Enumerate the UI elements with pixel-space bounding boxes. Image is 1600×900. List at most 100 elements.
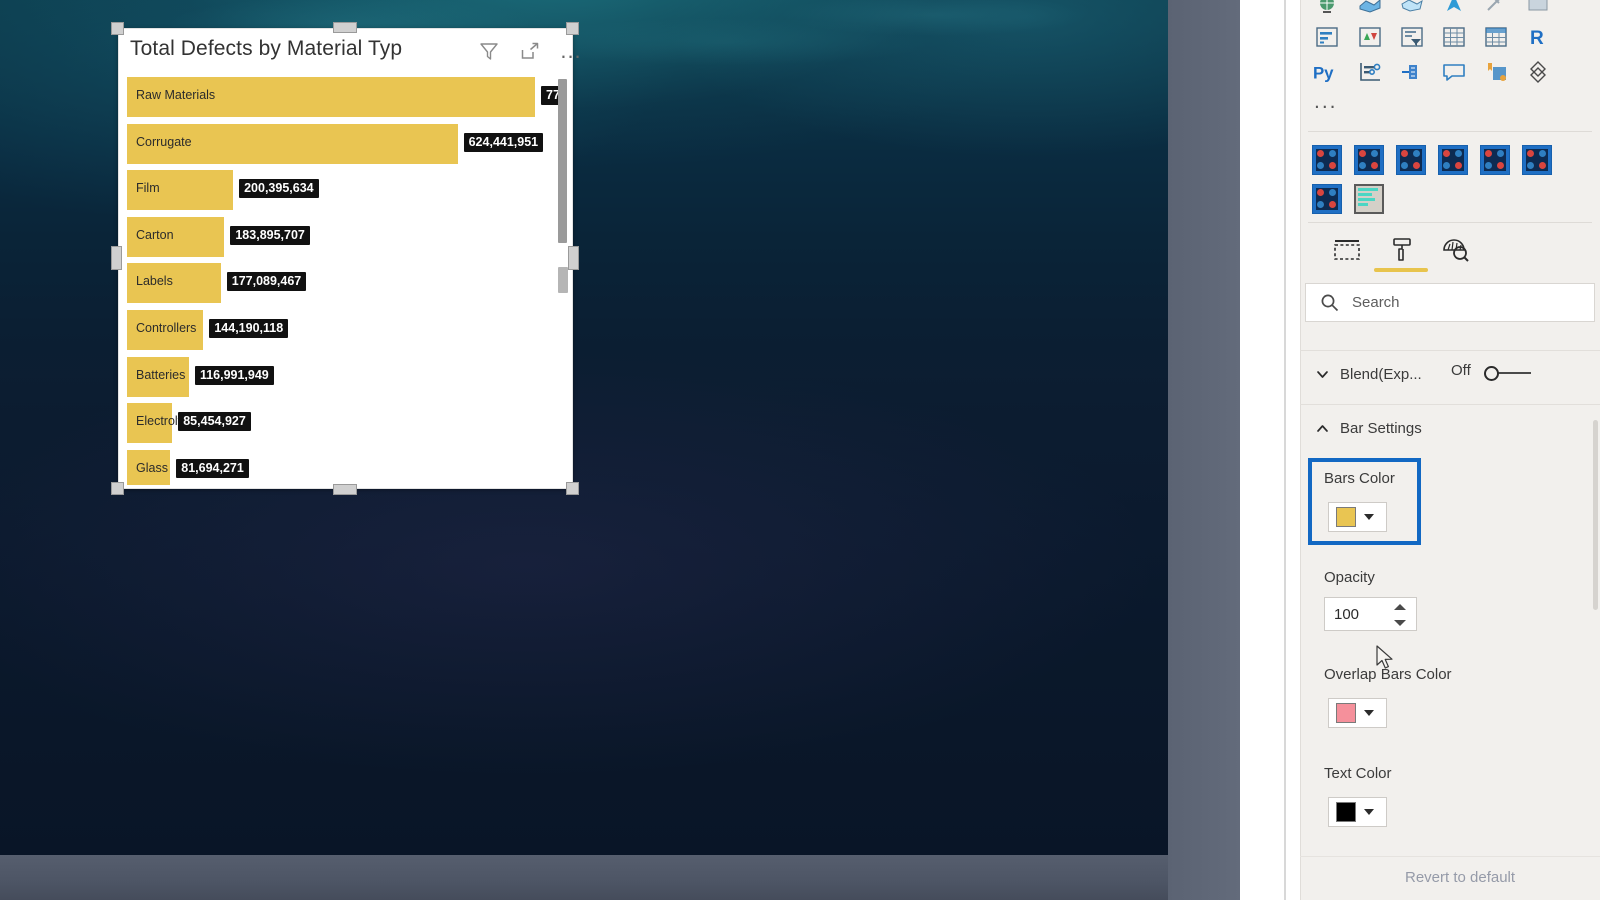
resize-handle-bottom-left[interactable]	[111, 482, 124, 495]
resize-handle-top-right[interactable]	[566, 22, 579, 35]
svg-text:Py: Py	[1313, 64, 1334, 83]
chart-scrollbar-thumb[interactable]	[558, 79, 567, 243]
python-visual-icon[interactable]: Py	[1312, 57, 1342, 87]
tab-format[interactable]	[1374, 228, 1428, 272]
text-color-label: Text Color	[1324, 765, 1392, 782]
resize-handle-top-left[interactable]	[111, 22, 124, 35]
custom-visual-icon[interactable]	[1522, 145, 1552, 175]
search-input[interactable]: Search	[1305, 283, 1595, 322]
bar-category-label: Glass	[136, 460, 168, 475]
q-and-a-icon[interactable]	[1439, 57, 1469, 87]
bar-category-label: Film	[136, 181, 160, 196]
resize-handle-bottom-right[interactable]	[566, 482, 579, 495]
toggle-track	[1495, 372, 1531, 374]
section-label-bar-settings: Bar Settings	[1340, 419, 1422, 437]
desktop-right-edge	[1168, 0, 1240, 900]
taskbar	[0, 855, 1168, 900]
tab-fields[interactable]	[1320, 228, 1374, 272]
bar-row[interactable]: Carton 183,895,707	[127, 216, 562, 257]
section-header-bar-settings[interactable]: Bar Settings	[1300, 406, 1600, 450]
panel-scrollbar-thumb[interactable]	[1593, 420, 1598, 610]
chart-visual-card[interactable]: Total Defects by Material Typ ... Raw Ma…	[118, 28, 581, 489]
bar-row[interactable]: Electrolytes 85,454,927	[127, 403, 562, 444]
key-influencers-chart-icon[interactable]	[1312, 22, 1342, 52]
opacity-label: Opacity	[1324, 569, 1375, 586]
section-header-blend[interactable]: Blend(Exp...	[1300, 352, 1600, 396]
r-script-visual-icon[interactable]: R	[1523, 22, 1553, 52]
custom-visual-icon[interactable]	[1312, 145, 1342, 175]
bars-color-picker[interactable]	[1328, 502, 1387, 532]
bar-value-label: 85,454,927	[178, 412, 251, 432]
section-divider	[1300, 350, 1600, 351]
bar-category-label: Carton	[136, 227, 174, 242]
opacity-input[interactable]: 100	[1324, 597, 1417, 631]
blend-toggle-state-label: Off	[1451, 362, 1471, 379]
opacity-stepper[interactable]	[1393, 604, 1407, 626]
filled-map-icon[interactable]	[1355, 0, 1385, 20]
paginated-report-icon[interactable]	[1481, 57, 1511, 87]
resize-handle-bottom[interactable]	[333, 484, 357, 495]
arcgis-map-icon[interactable]	[1439, 0, 1469, 20]
revert-to-default-link[interactable]: Revert to default	[1405, 869, 1515, 886]
overlap-bars-color-swatch	[1336, 703, 1356, 723]
bar-row[interactable]: Controllers 144,190,118	[127, 310, 562, 350]
bar-row[interactable]: Glass 81,694,271	[127, 449, 562, 485]
custom-visual-icon[interactable]	[1396, 145, 1426, 175]
shape-map-icon[interactable]	[1397, 0, 1427, 20]
chart-scrollbar-thumb-secondary[interactable]	[558, 267, 568, 293]
blend-toggle[interactable]	[1484, 364, 1532, 382]
gallery-more-icon[interactable]: ...	[1314, 91, 1338, 112]
bar-value-label: 183,895,707	[230, 225, 310, 245]
custom-visual-icon[interactable]	[1480, 145, 1510, 175]
table-icon[interactable]	[1439, 22, 1469, 52]
resize-handle-top[interactable]	[333, 22, 357, 33]
chevron-up-icon	[1314, 420, 1330, 436]
bar-row[interactable]: Labels 177,089,467	[127, 263, 562, 304]
panel-border	[1300, 0, 1301, 900]
bar-row[interactable]: Corrugate 624,441,951	[127, 123, 562, 164]
key-influencers-icon[interactable]	[1481, 0, 1511, 20]
selected-custom-visual-icon[interactable]	[1354, 184, 1384, 214]
decomposition-tree-icon[interactable]	[1523, 0, 1553, 20]
chart-visual-container[interactable]: Total Defects by Material Typ ... Raw Ma…	[111, 22, 581, 495]
visualizations-gallery: R Py ...	[1300, 0, 1600, 128]
bar-category-label: Corrugate	[136, 134, 192, 149]
bar-chart-plot: Raw Materials770,580,317 Corrugate 624,441…	[122, 73, 562, 485]
chevron-down-icon	[1364, 809, 1374, 815]
tab-analytics[interactable]	[1428, 228, 1482, 272]
active-tab-indicator	[1374, 268, 1428, 272]
get-more-visuals-icon[interactable]	[1523, 57, 1553, 87]
custom-visual-icon[interactable]	[1354, 145, 1384, 175]
slicer-icon[interactable]	[1397, 22, 1427, 52]
gap-seam	[1284, 0, 1286, 900]
text-color-picker[interactable]	[1328, 797, 1387, 827]
mouse-cursor	[1376, 645, 1396, 673]
decomposition-icon[interactable]	[1397, 57, 1427, 87]
resize-handle-right[interactable]	[568, 246, 579, 270]
panel-tabs	[1300, 228, 1600, 276]
filter-icon[interactable]	[476, 38, 502, 64]
custom-visual-icon[interactable]	[1438, 145, 1468, 175]
matrix-icon[interactable]	[1481, 22, 1511, 52]
bar-row[interactable]: Batteries 116,991,949	[127, 356, 562, 397]
panel-bottom-divider	[1300, 856, 1600, 857]
resize-handle-left[interactable]	[111, 246, 122, 270]
custom-visual-icon[interactable]	[1312, 184, 1342, 214]
stepper-down-icon[interactable]	[1394, 620, 1406, 626]
more-options-icon[interactable]: ...	[558, 38, 584, 64]
bar-value-label: 116,991,949	[194, 365, 274, 385]
section-divider	[1300, 404, 1600, 405]
stepper-up-icon[interactable]	[1394, 604, 1406, 610]
globe-map-icon[interactable]	[1312, 0, 1342, 20]
overlap-bars-color-picker[interactable]	[1328, 698, 1387, 728]
bar-row[interactable]: Film 200,395,634	[127, 170, 562, 211]
window-gap	[1240, 0, 1300, 900]
bar-category-label: Batteries	[136, 367, 186, 382]
kpi-icon[interactable]	[1355, 22, 1385, 52]
focus-mode-icon[interactable]	[517, 38, 543, 64]
section-label-blend: Blend(Exp...	[1340, 365, 1422, 383]
bar-category-label: Labels	[136, 274, 173, 289]
bar-value-label: 144,190,118	[209, 319, 289, 338]
key-measure-icon[interactable]	[1355, 57, 1385, 87]
bar-row[interactable]: Raw Materials770,580,317	[127, 77, 562, 117]
